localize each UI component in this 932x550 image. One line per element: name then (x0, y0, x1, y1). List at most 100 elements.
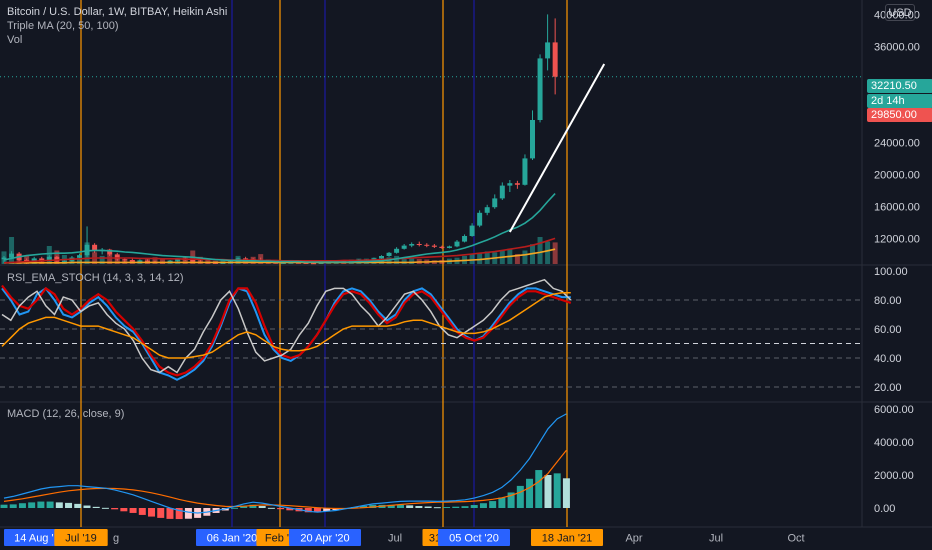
volume-bar (537, 237, 543, 264)
volume-legend[interactable]: Vol (7, 33, 227, 47)
price-level-tag: 29850.00 (867, 108, 932, 122)
rsi-stoch-legend[interactable]: RSI_EMA_STOCH (14, 3, 3, 14, 12) (7, 271, 183, 285)
time-axis-label: 06 Jan '20 (207, 533, 257, 545)
candle-body (416, 244, 422, 245)
macd-histogram-bar (470, 505, 478, 508)
volume-bar (9, 237, 15, 264)
candle-body (484, 207, 490, 213)
macd-histogram-bar (46, 501, 54, 508)
macd-axis-label: 0.00 (874, 503, 895, 515)
chart-legend: Bitcoin / U.S. Dollar, 1W, BITBAY, Heiki… (7, 5, 227, 47)
candle-body (401, 245, 407, 249)
volume-bar (552, 242, 558, 264)
macd-histogram-bar (157, 508, 165, 518)
macd-histogram-bar (415, 506, 423, 508)
volume-bar (522, 250, 528, 264)
time-axis-label: 20 Apr '20 (300, 533, 349, 545)
currency-button[interactable]: USD (885, 4, 915, 21)
macd-histogram-bar (535, 470, 543, 508)
macd-histogram-bar (74, 503, 82, 508)
macd-histogram-bar (267, 507, 275, 509)
macd-histogram-bar (479, 503, 487, 508)
macd-histogram-bar (277, 508, 285, 510)
price-axis-label: 20000.00 (874, 169, 920, 181)
time-axis-label: Jul (388, 533, 402, 545)
price-axis-label: 12000.00 (874, 233, 920, 245)
macd-histogram-bar (562, 478, 570, 508)
macd-legend[interactable]: MACD (12, 26, close, 9) (7, 407, 124, 421)
macd-histogram-bar (443, 507, 451, 509)
candle-body (499, 185, 505, 199)
macd-histogram-bar (406, 505, 414, 508)
candle-body (386, 252, 392, 256)
time-axis-label: g (113, 533, 119, 545)
candle-body (439, 246, 445, 248)
volume-bar (469, 254, 475, 264)
candle-body (545, 42, 551, 59)
macd-histogram-bar (553, 473, 561, 508)
time-axis-label: Jul '19 (65, 533, 96, 545)
macd-histogram-bar (65, 502, 73, 508)
macd-histogram-bar (166, 508, 174, 519)
price-axis-label: 24000.00 (874, 137, 920, 149)
candle-body (522, 158, 528, 185)
macd-axis-label: 2000.00 (874, 470, 914, 482)
candle-body (454, 241, 460, 247)
macd-histogram-bar (120, 508, 128, 512)
time-axis-label: Jul (709, 533, 723, 545)
macd-histogram-bar (148, 508, 156, 517)
rsi-axis-label: 60.00 (874, 324, 902, 336)
macd-histogram-bar (433, 507, 441, 509)
candle-body (462, 236, 468, 242)
rsi-axis-label: 40.00 (874, 353, 902, 365)
macd-axis-label: 4000.00 (874, 437, 914, 449)
candle-body (514, 183, 520, 185)
macd-histogram-bar (489, 501, 497, 508)
macd-histogram-bar (452, 506, 460, 508)
macd-histogram-bar (526, 478, 534, 508)
candle-body (507, 183, 513, 186)
macd-histogram-bar (83, 505, 91, 508)
candle-body (477, 212, 483, 226)
macd-histogram-bar (129, 508, 137, 513)
macd-histogram-bar (184, 508, 192, 519)
countdown-tag: 2d 14h (867, 94, 932, 108)
price-axis-label: 36000.00 (874, 41, 920, 53)
candle-body (492, 198, 498, 208)
macd-histogram-bar (461, 506, 469, 508)
macd-histogram-bar (138, 508, 146, 515)
time-axis-label: 05 Oct '20 (449, 533, 499, 545)
macd-histogram-bar (516, 485, 524, 508)
rsi-axis-label: 80.00 (874, 295, 902, 307)
rsi-axis-label: 20.00 (874, 382, 902, 394)
macd-histogram-bar (498, 497, 506, 508)
volume-bar (545, 241, 551, 264)
macd-histogram-bar (37, 501, 45, 508)
volume-bar (84, 242, 90, 264)
candle-body (469, 225, 475, 236)
last-price-tag: 32210.50 (867, 79, 932, 93)
macd-histogram-bar (18, 503, 26, 508)
price-axis-label: 16000.00 (874, 201, 920, 213)
candle-body (431, 245, 437, 247)
candle-body (446, 246, 452, 248)
macd-histogram-bar (55, 502, 63, 508)
candle-body (530, 120, 535, 159)
candle-body (409, 244, 415, 246)
candle-body (394, 248, 400, 253)
time-axis-label: Oct (787, 533, 804, 545)
volume-bar (46, 246, 52, 264)
candle-body (424, 244, 430, 246)
macd-histogram-bar (28, 502, 36, 508)
macd-histogram-bar (0, 504, 8, 508)
macd-histogram-bar (231, 507, 238, 509)
time-axis-label: 18 Jan '21 (542, 533, 592, 545)
candle-body (552, 42, 558, 77)
triple-ma-legend[interactable]: Triple MA (20, 50, 100) (7, 19, 227, 33)
candle-body (379, 256, 384, 259)
macd-axis-label: 6000.00 (874, 404, 914, 416)
candle-body (537, 58, 543, 120)
macd-histogram-bar (92, 506, 100, 508)
symbol-title[interactable]: Bitcoin / U.S. Dollar, 1W, BITBAY, Heiki… (7, 5, 227, 19)
macd-histogram-bar (258, 506, 266, 508)
